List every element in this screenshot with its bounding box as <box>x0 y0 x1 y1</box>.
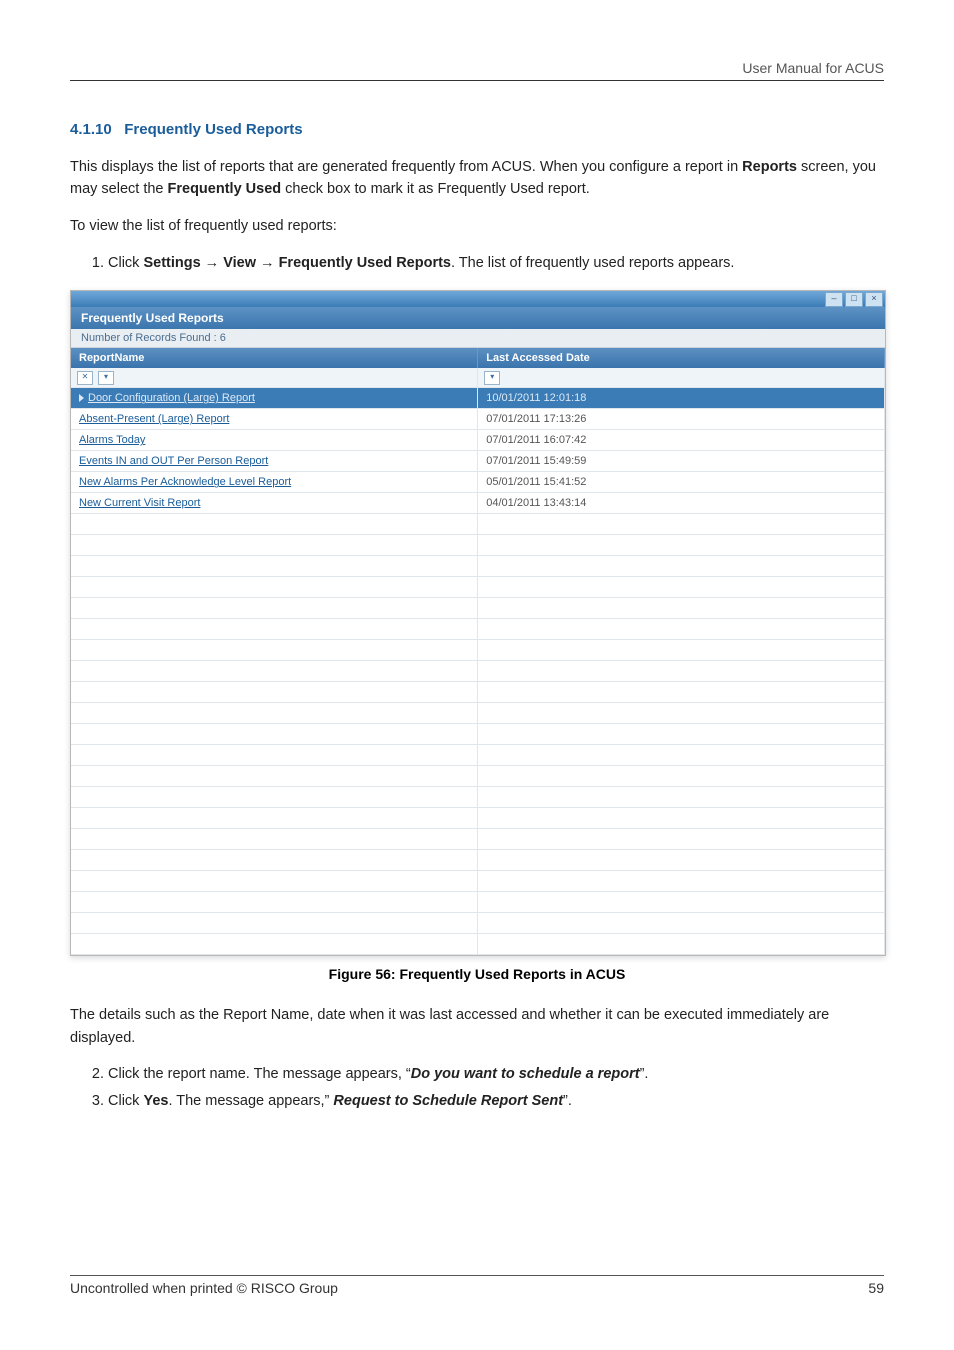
date-cell: 07/01/2011 17:13:26 <box>478 409 885 430</box>
filter-dropdown-icon[interactable]: ▾ <box>484 371 500 385</box>
report-link[interactable]: New Current Visit Report <box>79 497 200 509</box>
text-fragment: check box to mark it as Frequently Used … <box>281 181 590 197</box>
step-3: Click Yes. The message appears,” Request… <box>108 1090 884 1112</box>
text-fragment: Click <box>108 255 143 271</box>
text-fragment: Click the report name. The message appea… <box>108 1066 411 1082</box>
column-header-lastaccessed[interactable]: Last Accessed Date <box>478 348 885 368</box>
empty-row <box>71 703 885 724</box>
bold-view: View <box>223 255 256 271</box>
report-link[interactable]: Door Configuration (Large) Report <box>88 392 255 404</box>
empty-row <box>71 850 885 871</box>
column-header-reportname[interactable]: ReportName <box>71 348 478 368</box>
empty-row <box>71 766 885 787</box>
date-cell: 05/01/2011 15:41:52 <box>478 472 885 493</box>
panel-title: Frequently Used Reports <box>71 307 885 329</box>
app-screenshot: – □ × Frequently Used Reports Number of … <box>70 290 886 956</box>
empty-row <box>71 682 885 703</box>
text-fragment: Click <box>108 1093 143 1109</box>
records-found-label: Number of Records Found : 6 <box>71 329 885 348</box>
empty-row <box>71 871 885 892</box>
bold-settings: Settings <box>143 255 200 271</box>
text-fragment: ”. <box>563 1093 572 1109</box>
empty-row <box>71 913 885 934</box>
report-link[interactable]: Absent-Present (Large) Report <box>79 413 229 425</box>
text-fragment: . The list of frequently used reports ap… <box>451 255 734 271</box>
empty-row <box>71 514 885 535</box>
filter-dropdown-icon[interactable]: ▾ <box>98 371 114 385</box>
empty-row <box>71 829 885 850</box>
table-row[interactable]: Events IN and OUT Per Person Report 07/0… <box>71 451 885 472</box>
bold-italic-message: Do you want to schedule a report <box>411 1066 640 1082</box>
minimize-button[interactable]: – <box>825 292 843 307</box>
bold-reports: Reports <box>742 159 797 175</box>
empty-row <box>71 934 885 955</box>
empty-row <box>71 577 885 598</box>
table-row[interactable]: Absent-Present (Large) Report 07/01/2011… <box>71 409 885 430</box>
section-number: 4.1.10 <box>70 121 112 138</box>
bold-frequently-used-reports: Frequently Used Reports <box>279 255 451 271</box>
page-number: 59 <box>868 1280 884 1296</box>
reports-table: ReportName Last Accessed Date ✕ ▾ ▾ Door… <box>71 348 885 955</box>
arrow-icon: → <box>256 255 279 271</box>
empty-row <box>71 640 885 661</box>
bold-italic-message: Request to Schedule Report Sent <box>333 1093 563 1109</box>
report-link[interactable]: Alarms Today <box>79 434 145 446</box>
date-cell: 07/01/2011 16:07:42 <box>478 430 885 451</box>
filter-row: ✕ ▾ ▾ <box>71 368 885 388</box>
details-paragraph: The details such as the Report Name, dat… <box>70 1004 884 1049</box>
intro-paragraph-1: This displays the list of reports that a… <box>70 156 884 201</box>
empty-row <box>71 535 885 556</box>
bold-frequently-used: Frequently Used <box>168 181 282 197</box>
step-2: Click the report name. The message appea… <box>108 1063 884 1085</box>
empty-row <box>71 808 885 829</box>
table-row[interactable]: New Current Visit Report 04/01/2011 13:4… <box>71 493 885 514</box>
empty-row <box>71 892 885 913</box>
section-title: Frequently Used Reports <box>124 121 302 138</box>
intro-paragraph-2: To view the list of frequently used repo… <box>70 215 884 237</box>
report-link[interactable]: New Alarms Per Acknowledge Level Report <box>79 476 291 488</box>
row-indicator-icon <box>79 394 84 402</box>
figure-caption: Figure 56: Frequently Used Reports in AC… <box>70 966 884 982</box>
footer-left: Uncontrolled when printed © RISCO Group <box>70 1280 338 1296</box>
empty-row <box>71 619 885 640</box>
empty-row <box>71 661 885 682</box>
empty-row <box>71 724 885 745</box>
window-titlebar: – □ × <box>71 291 885 307</box>
table-row[interactable]: Alarms Today 07/01/2011 16:07:42 <box>71 430 885 451</box>
empty-row <box>71 745 885 766</box>
date-cell: 07/01/2011 15:49:59 <box>478 451 885 472</box>
empty-row <box>71 556 885 577</box>
table-row[interactable]: Door Configuration (Large) Report 10/01/… <box>71 388 885 409</box>
section-heading: 4.1.10 Frequently Used Reports <box>70 121 884 138</box>
empty-row <box>71 787 885 808</box>
table-row[interactable]: New Alarms Per Acknowledge Level Report … <box>71 472 885 493</box>
date-cell: 10/01/2011 12:01:18 <box>478 388 885 409</box>
text-fragment: This displays the list of reports that a… <box>70 159 742 175</box>
bold-yes: Yes <box>143 1093 168 1109</box>
doc-header: User Manual for ACUS <box>70 60 884 80</box>
date-cell: 04/01/2011 13:43:14 <box>478 493 885 514</box>
filter-clear-icon[interactable]: ✕ <box>77 371 93 385</box>
text-fragment: . The message appears,” <box>168 1093 333 1109</box>
maximize-button[interactable]: □ <box>845 292 863 307</box>
step-1: Click Settings → View → Frequently Used … <box>108 252 884 274</box>
text-fragment: ”. <box>640 1066 649 1082</box>
close-button[interactable]: × <box>865 292 883 307</box>
empty-row <box>71 598 885 619</box>
arrow-icon: → <box>201 255 224 271</box>
report-link[interactable]: Events IN and OUT Per Person Report <box>79 455 268 467</box>
